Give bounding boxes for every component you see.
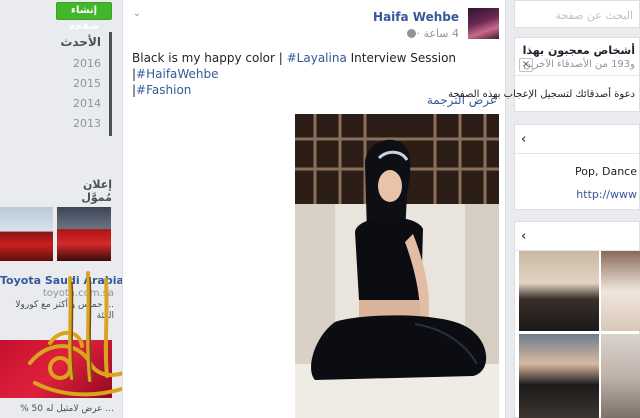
divider (515, 75, 640, 76)
timeline-years: الأحدث 2016 2015 2014 2013 (58, 32, 112, 136)
photo-thumbnail[interactable] (519, 334, 599, 418)
year-2014[interactable]: 2014 (58, 94, 109, 114)
photo-thumbnail[interactable] (601, 334, 640, 418)
likes-title[interactable]: أشخاص معجبون بهذا (523, 44, 635, 57)
search-placeholder: البحث عن صفحة (555, 9, 633, 22)
chevron-left-icon[interactable]: ‹ (521, 229, 526, 244)
ad-description: ... حماس و أكثر مع كورولا الفئة (15, 300, 114, 321)
photos-panel: ‹ (514, 221, 640, 418)
ad-image-car-2[interactable] (57, 207, 111, 261)
photos-header: ‹ (515, 222, 639, 251)
ad-url: toyota.com.sa (42, 288, 114, 299)
post-photo-image (295, 114, 499, 418)
avatar[interactable] (468, 8, 499, 39)
invite-friends-link[interactable]: دعوة أصدقائك لتسجيل الإعجاب بهذه الصفحة (448, 89, 635, 100)
year-2013[interactable]: 2013 (58, 114, 109, 134)
post-text: Black is my happy color | #Layalina Inte… (132, 50, 492, 98)
post-time[interactable]: 4 ساعة · (416, 27, 459, 40)
year-2015[interactable]: 2015 (58, 74, 109, 94)
photo-thumbnail[interactable] (601, 251, 640, 331)
post-photo[interactable] (295, 114, 499, 418)
close-icon[interactable]: × (519, 58, 533, 72)
post-text-part: Black is my happy color | (132, 51, 287, 65)
hashtag-link[interactable]: #Fashion (136, 83, 191, 97)
search-pages-input[interactable]: البحث عن صفحة (514, 0, 640, 28)
post-meta: 4 ساعة · (404, 27, 459, 40)
create-page-button[interactable]: إنشاء صفحة (56, 2, 112, 32)
chevron-left-icon[interactable]: ‹ (521, 132, 526, 147)
left-column: إنشاء صفحة الأحدث 2016 2015 2014 2013 إع… (0, 0, 122, 418)
about-website-link[interactable]: http://www (576, 188, 637, 201)
ad-title[interactable]: Toyota Saudi Arabia (0, 274, 122, 287)
ad-image-car-1[interactable] (0, 207, 53, 261)
sponsored-heading: إعلان مُموَّل (81, 178, 112, 204)
chevron-down-icon[interactable]: ⌄ (131, 8, 143, 20)
hashtag-link[interactable]: #HaifaWehbe (136, 67, 219, 81)
post-card: ⌄ Haifa Wehbe 4 ساعة · Black is my happy… (122, 0, 506, 418)
post-author[interactable]: Haifa Wehbe (373, 10, 459, 24)
ad-banner-text: ... عرض لامثيل له 50 % (20, 404, 114, 414)
about-header: ‹ (515, 125, 639, 154)
photo-thumbnail[interactable] (519, 251, 599, 331)
year-latest[interactable]: الأحدث (58, 32, 109, 54)
about-category: Pop, Dance (575, 165, 637, 178)
right-column: البحث عن صفحة أشخاص معجبون بهذا و193 من … (448, 0, 640, 418)
about-panel: ‹ Pop, Dance http://www (514, 124, 640, 210)
year-2016[interactable]: 2016 (58, 54, 109, 74)
ad-banner-image[interactable] (0, 340, 112, 398)
likes-count[interactable]: و193 من الأصدقاء الآخرين (523, 59, 635, 70)
likes-panel: أشخاص معجبون بهذا و193 من الأصدقاء الآخر… (448, 37, 640, 112)
hashtag-link[interactable]: #Layalina (287, 51, 347, 65)
